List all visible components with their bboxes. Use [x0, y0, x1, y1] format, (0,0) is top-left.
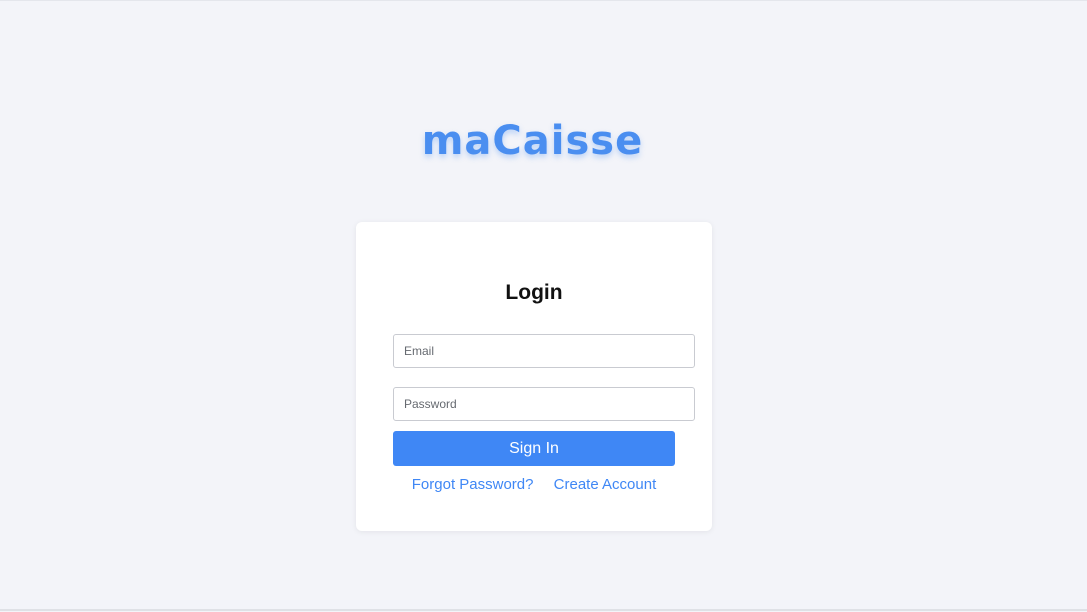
bottom-divider [0, 609, 1087, 611]
create-account-link[interactable]: Create Account [554, 476, 657, 493]
email-input[interactable] [393, 334, 695, 368]
login-card: Login Sign In Forgot Password? Create Ac… [356, 222, 712, 531]
auth-links: Forgot Password? Create Account [356, 476, 712, 493]
forgot-password-link[interactable]: Forgot Password? [412, 476, 534, 493]
brand-logo: maCaisse [421, 118, 644, 164]
sign-in-button[interactable]: Sign In [393, 431, 675, 466]
login-title: Login [505, 281, 563, 304]
password-input[interactable] [393, 387, 695, 421]
top-divider [0, 0, 1087, 1]
